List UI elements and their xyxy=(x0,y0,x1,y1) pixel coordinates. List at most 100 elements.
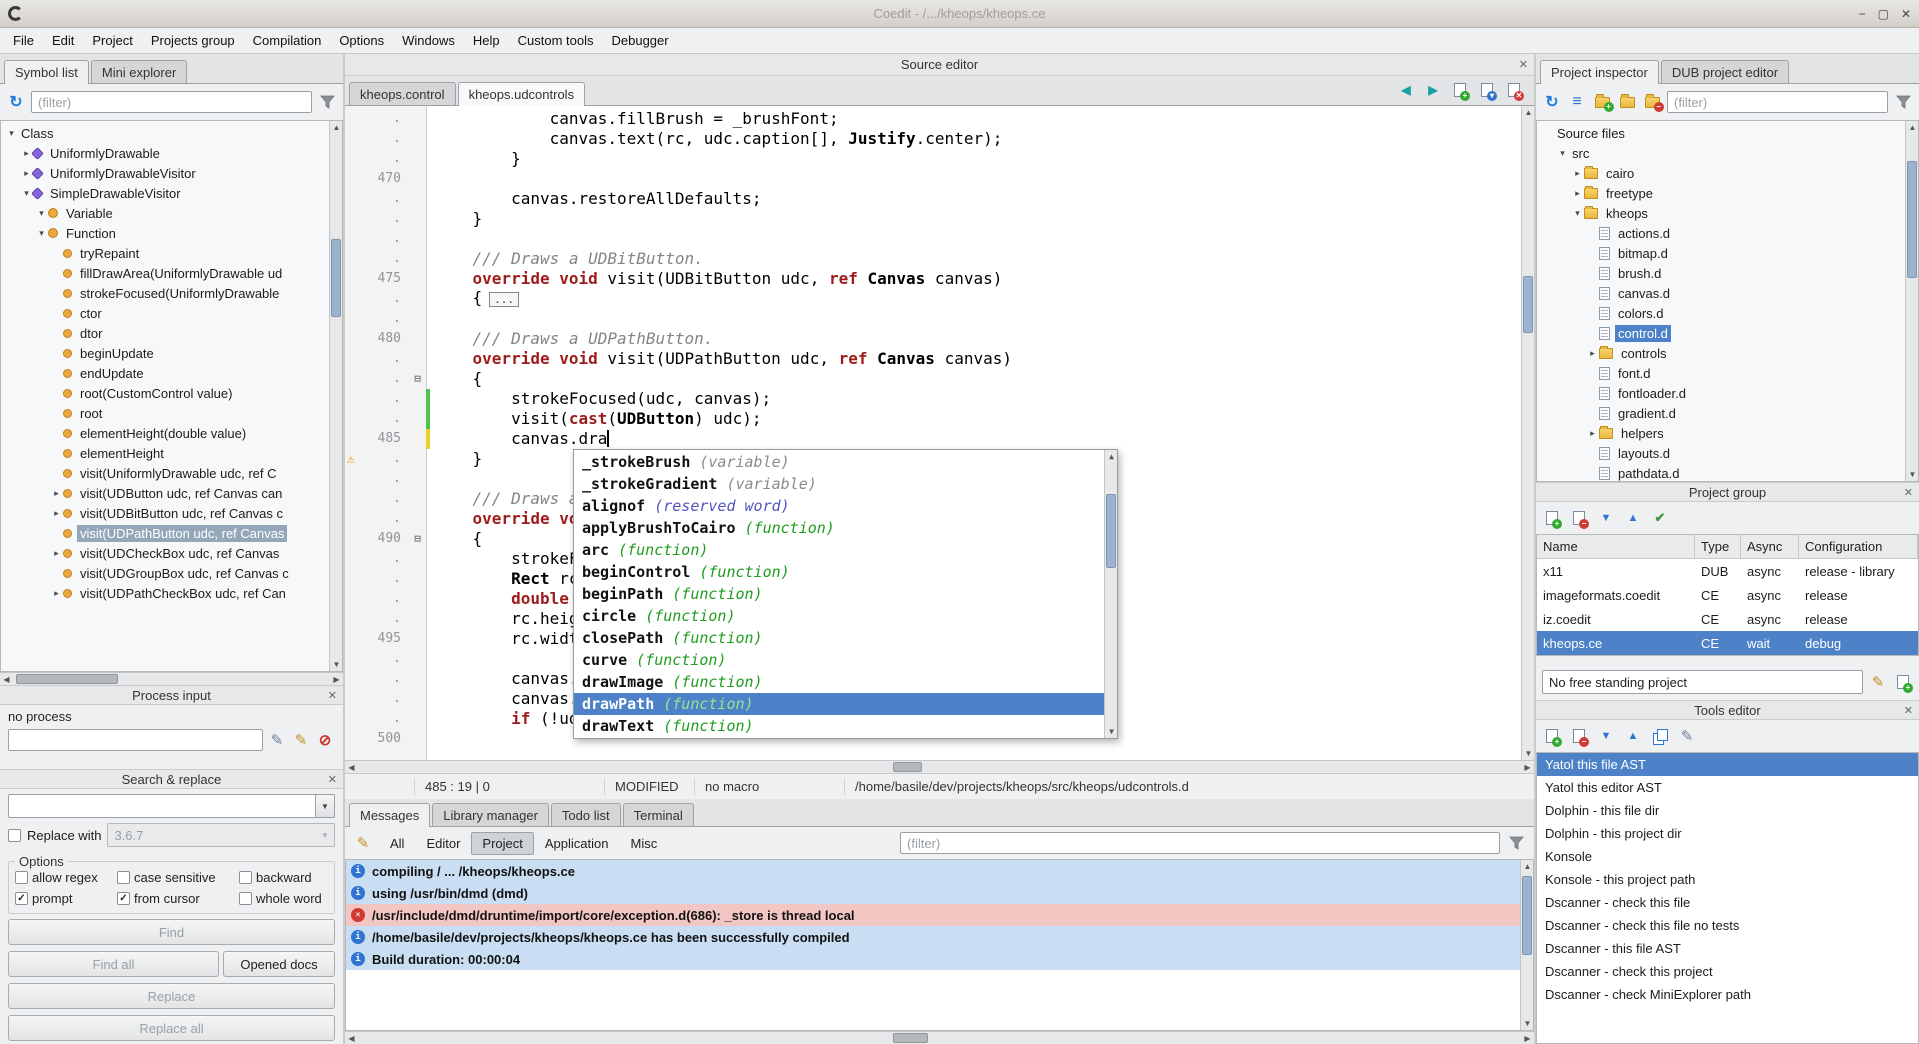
edit-input-icon[interactable]: ✎ xyxy=(291,730,311,750)
symbol-tree-item[interactable]: root(CustomControl value) xyxy=(1,383,329,403)
symbol-tree-item[interactable]: ▾Class xyxy=(1,123,329,143)
send-input-icon[interactable]: ✎ xyxy=(267,730,287,750)
scroll-up-icon[interactable]: ▲ xyxy=(330,121,343,134)
tool-item[interactable]: Konsole - this project path xyxy=(1537,868,1918,891)
message-row[interactable]: icompiling / ... /kheops/kheops.ce xyxy=(346,860,1520,882)
checkbox-case-sensitive[interactable]: case sensitive xyxy=(117,870,237,885)
symbol-tree-item[interactable]: dtor xyxy=(1,323,329,343)
symbol-tree-item[interactable]: visit(UDPathButton udc, ref Canvas xyxy=(1,523,329,543)
filter-options-icon[interactable] xyxy=(1506,833,1526,853)
doc-tab-kheops-control[interactable]: kheops.control xyxy=(349,82,456,105)
filter-application[interactable]: Application xyxy=(534,832,620,855)
replace-with-checkbox[interactable] xyxy=(8,829,21,842)
completion-scrollbar[interactable]: ▲ ▼ xyxy=(1104,450,1117,738)
code-editor[interactable]: . canvas.fillBrush = _brushFont;. canvas… xyxy=(345,106,1534,760)
message-row[interactable]: iusing /usr/bin/dmd (dmd) xyxy=(346,882,1520,904)
project-row[interactable]: kheops.ceCEwaitdebug xyxy=(1537,631,1918,655)
refresh-icon[interactable]: ↻ xyxy=(1542,92,1562,112)
symbol-tree-item[interactable]: ▸visit(UDButton udc, ref Canvas can xyxy=(1,483,329,503)
symbol-tree-item[interactable]: ▸visit(UDCheckBox udc, ref Canvas xyxy=(1,543,329,563)
tool-item[interactable]: Yatol this editor AST xyxy=(1537,776,1918,799)
tool-item[interactable]: Dolphin - this project dir xyxy=(1537,822,1918,845)
symbol-tree-item[interactable]: ▸UniformlyDrawable xyxy=(1,143,329,163)
menu-project[interactable]: Project xyxy=(83,30,141,51)
menu-file[interactable]: File xyxy=(4,30,43,51)
symbol-tree-item[interactable]: ▸UniformlyDrawableVisitor xyxy=(1,163,329,183)
filter-editor[interactable]: Editor xyxy=(415,832,471,855)
scroll-down-icon[interactable]: ▼ xyxy=(1906,468,1919,481)
expand-arrow-icon[interactable]: ▸ xyxy=(50,508,63,519)
remove-project-icon[interactable]: − xyxy=(1569,508,1589,528)
symbol-filter-input[interactable] xyxy=(31,91,312,113)
go-back-icon[interactable]: ◀ xyxy=(1396,80,1416,100)
scroll-down-icon[interactable]: ▼ xyxy=(1105,725,1118,738)
minimize-button[interactable]: − xyxy=(1859,7,1866,21)
file-tree-item[interactable]: Source files xyxy=(1537,123,1905,143)
column-header-configuration[interactable]: Configuration xyxy=(1799,535,1918,558)
scrollbar-track[interactable] xyxy=(358,1032,1521,1044)
message-row[interactable]: ✕/usr/include/dmd/druntime/import/core/e… xyxy=(346,904,1520,926)
menu-windows[interactable]: Windows xyxy=(393,30,464,51)
tool-item[interactable]: Yatol this file AST xyxy=(1537,753,1918,776)
tab-mini-explorer[interactable]: Mini explorer xyxy=(91,60,187,83)
symbol-tree-item[interactable]: visit(UDGroupBox udc, ref Canvas c xyxy=(1,563,329,583)
symbol-tree-hscrollbar[interactable]: ◀ ▶ xyxy=(0,672,343,685)
move-tool-down-icon[interactable]: ▼ xyxy=(1596,726,1616,746)
find-all-button[interactable]: Find all xyxy=(8,951,219,977)
completion-item[interactable]: _strokeBrush(variable) xyxy=(574,451,1104,473)
filter-project[interactable]: Project xyxy=(471,832,533,855)
completion-item[interactable]: _strokeGradient(variable) xyxy=(574,473,1104,495)
completion-item[interactable]: curve(function) xyxy=(574,649,1104,671)
close-icon[interactable]: ✕ xyxy=(1904,704,1913,717)
menu-help[interactable]: Help xyxy=(464,30,509,51)
edit-tool-icon[interactable]: ✎ xyxy=(1677,726,1697,746)
tool-item[interactable]: Dscanner - check this file no tests xyxy=(1537,914,1918,937)
symbol-tree-item[interactable]: elementHeight(double value) xyxy=(1,423,329,443)
tab-terminal[interactable]: Terminal xyxy=(623,803,694,826)
collapse-arrow-icon[interactable]: ▾ xyxy=(35,208,48,219)
add-project-icon[interactable]: + xyxy=(1542,508,1562,528)
go-forward-icon[interactable]: ▶ xyxy=(1423,80,1443,100)
project-row[interactable]: x11DUBasyncrelease - library xyxy=(1537,559,1918,583)
expand-arrow-icon[interactable]: ▸ xyxy=(50,488,63,499)
scrollbar-thumb[interactable] xyxy=(331,239,341,318)
scrollbar-thumb[interactable] xyxy=(1907,161,1917,278)
completion-item[interactable]: closePath(function) xyxy=(574,627,1104,649)
completion-item[interactable]: beginControl(function) xyxy=(574,561,1104,583)
cancel-process-icon[interactable]: ⊘ xyxy=(315,730,335,750)
column-header-name[interactable]: Name xyxy=(1537,535,1695,558)
symbol-tree-item[interactable]: beginUpdate xyxy=(1,343,329,363)
file-tree-item[interactable]: layouts.d xyxy=(1537,443,1905,463)
file-tree-item[interactable]: ▾kheops xyxy=(1537,203,1905,223)
scroll-up-icon[interactable]: ▲ xyxy=(1521,860,1534,873)
message-filter-input[interactable] xyxy=(900,832,1500,854)
filter-options-icon[interactable] xyxy=(317,92,337,112)
expand-arrow-icon[interactable]: ▸ xyxy=(50,548,63,559)
remove-folder-icon[interactable]: − xyxy=(1642,92,1662,112)
tool-item[interactable]: Dscanner - this file AST xyxy=(1537,937,1918,960)
process-input-field[interactable] xyxy=(8,729,263,751)
file-tree-item[interactable]: pathdata.d xyxy=(1537,463,1905,481)
file-tree-item[interactable]: control.d xyxy=(1537,323,1905,343)
code-area[interactable]: . canvas.fillBrush = _brushFont;. canvas… xyxy=(345,106,1521,760)
checkbox-from-cursor[interactable]: ✓from cursor xyxy=(117,891,237,906)
remove-tool-icon[interactable]: − xyxy=(1569,726,1589,746)
messages-hscrollbar[interactable]: ◀ ▶ xyxy=(345,1031,1534,1044)
clear-messages-icon[interactable]: ✎ xyxy=(353,833,373,853)
doc-tab-kheops-udcontrols[interactable]: kheops.udcontrols xyxy=(458,82,586,105)
file-tree-item[interactable]: ▸helpers xyxy=(1537,423,1905,443)
file-tree-item[interactable]: actions.d xyxy=(1537,223,1905,243)
column-header-async[interactable]: Async xyxy=(1741,535,1799,558)
tool-item[interactable]: Konsole xyxy=(1537,845,1918,868)
completion-item[interactable]: arc(function) xyxy=(574,539,1104,561)
scrollbar-track[interactable] xyxy=(358,761,1521,773)
file-tree-item[interactable]: gradient.d xyxy=(1537,403,1905,423)
editor-scrollbar[interactable]: ▲ ▼ xyxy=(1521,106,1534,760)
tab-symbol-list[interactable]: Symbol list xyxy=(4,60,89,83)
scrollbar-thumb[interactable] xyxy=(16,674,117,684)
close-icon[interactable]: ✕ xyxy=(328,773,337,786)
search-input[interactable] xyxy=(8,794,315,818)
scroll-left-icon[interactable]: ◀ xyxy=(345,1032,358,1044)
symbol-tree-scrollbar[interactable]: ▲ ▼ xyxy=(329,121,342,671)
edit-project-icon[interactable]: ✎ xyxy=(1868,672,1888,692)
